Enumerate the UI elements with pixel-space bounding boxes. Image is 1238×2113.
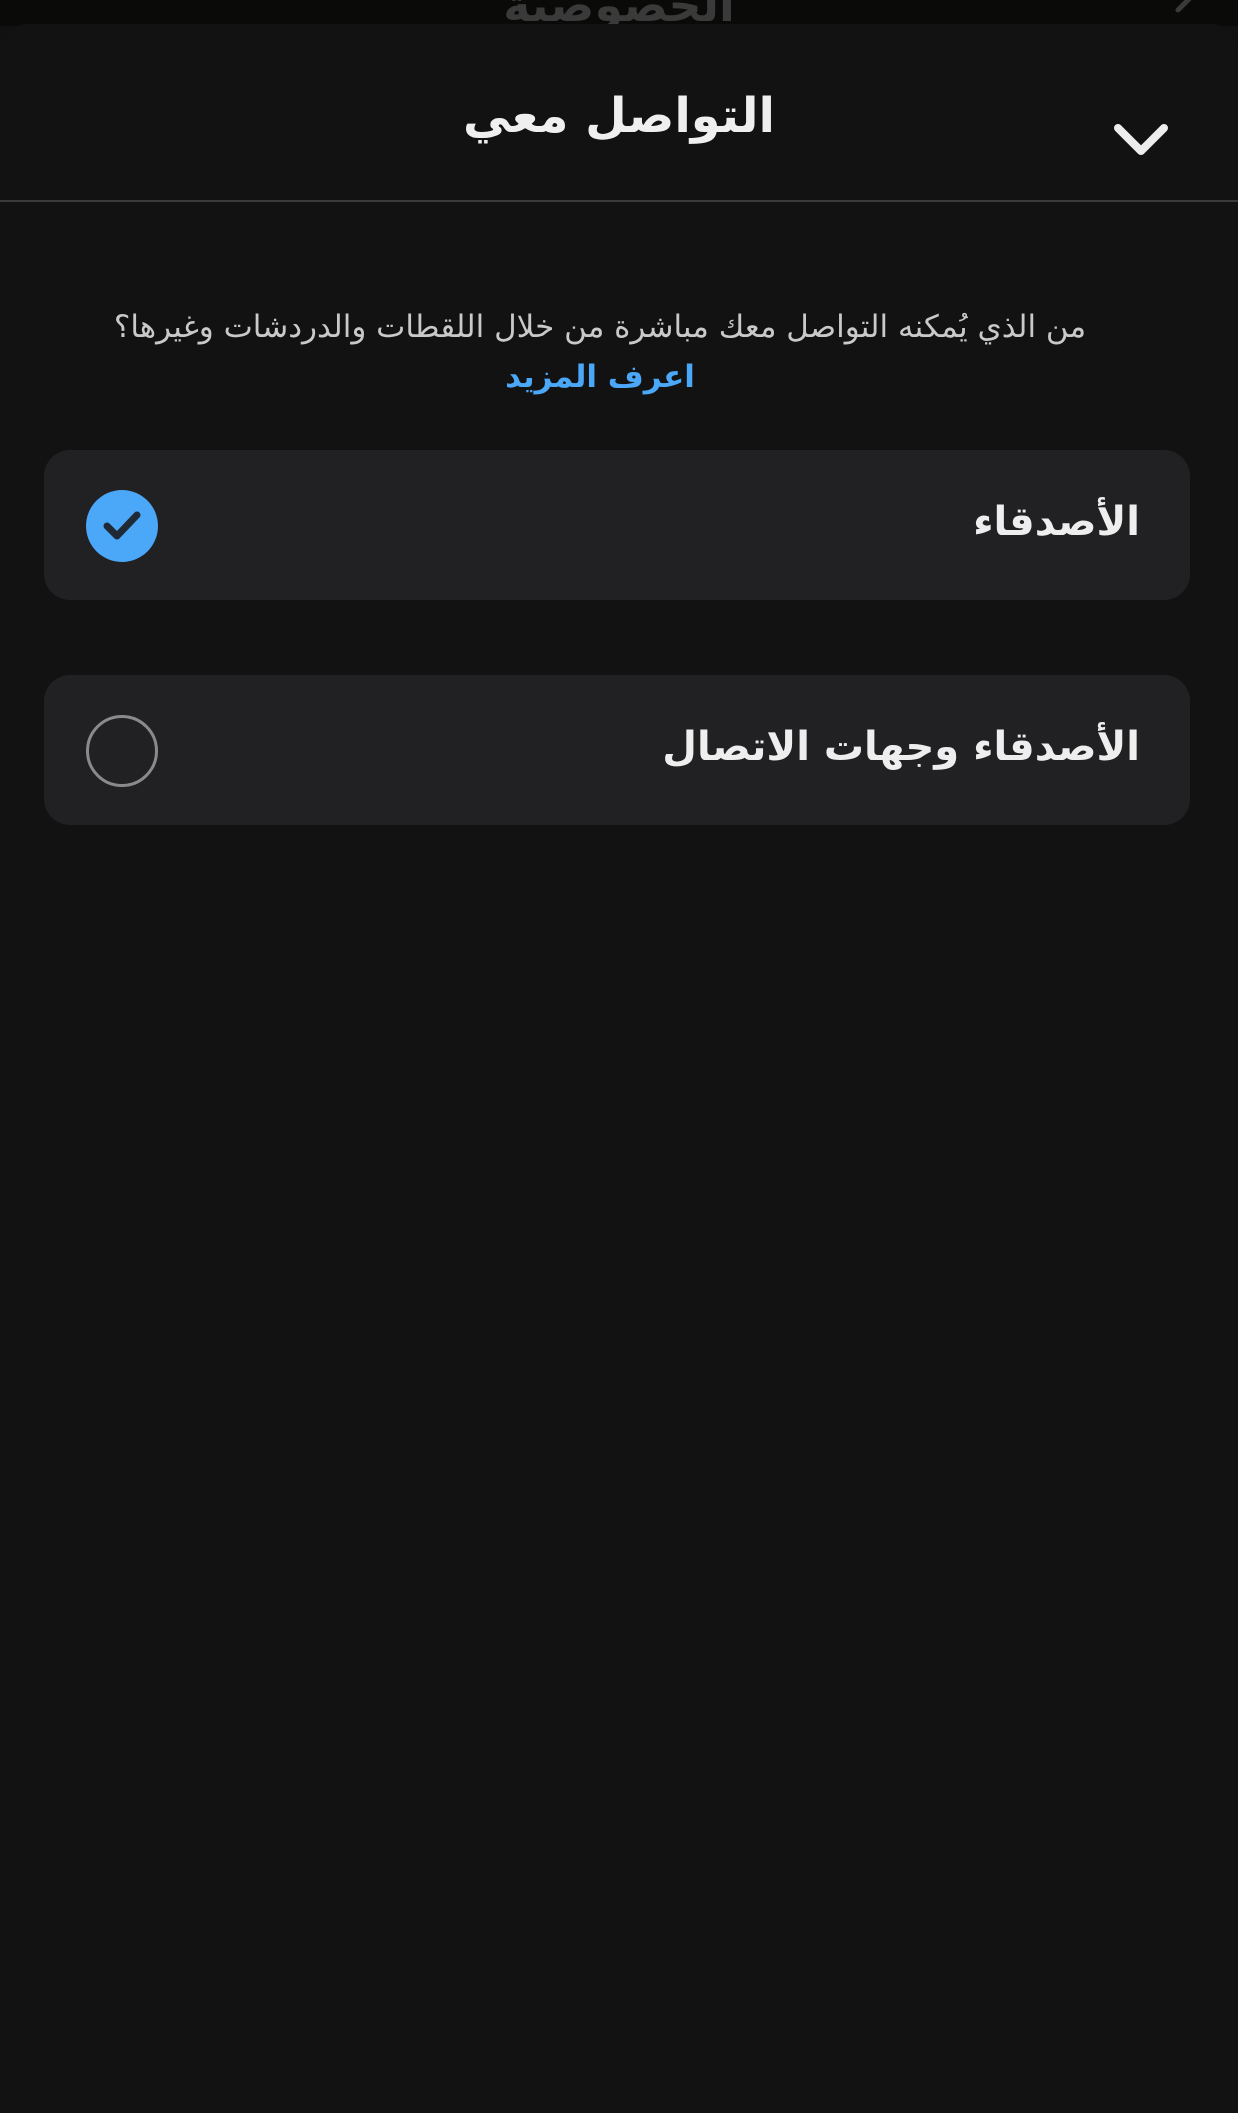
- back-chevron-icon: [1175, 0, 1192, 13]
- learn-more-link[interactable]: اعرف المزيد: [505, 352, 695, 402]
- description-text: من الذي يُمكنه التواصل معك مباشرة من خلا…: [113, 309, 1087, 345]
- sheet-header: التواصل معي: [0, 24, 1238, 202]
- option-friends-and-contacts[interactable]: الأصدقاء وجهات الاتصال: [44, 675, 1190, 825]
- radio-unchecked[interactable]: [86, 715, 158, 787]
- option-label: الأصدقاء وجهات الاتصال: [662, 724, 1140, 770]
- collapse-button[interactable]: [1110, 116, 1172, 166]
- chevron-down-icon: [1114, 124, 1168, 155]
- option-friends[interactable]: الأصدقاء: [44, 450, 1190, 600]
- checkmark-icon: [103, 511, 141, 540]
- radio-checked[interactable]: [86, 490, 158, 562]
- page-title: التواصل معي: [463, 88, 775, 144]
- option-label: الأصدقاء: [973, 499, 1140, 545]
- background-screen-title: الخصوصية: [0, 0, 1238, 26]
- bottom-sheet: التواصل معي من الذي يُمكنه التواصل معك م…: [0, 24, 1238, 2113]
- background-screen: الخصوصية: [0, 0, 1238, 26]
- description: من الذي يُمكنه التواصل معك مباشرة من خلا…: [60, 302, 1140, 402]
